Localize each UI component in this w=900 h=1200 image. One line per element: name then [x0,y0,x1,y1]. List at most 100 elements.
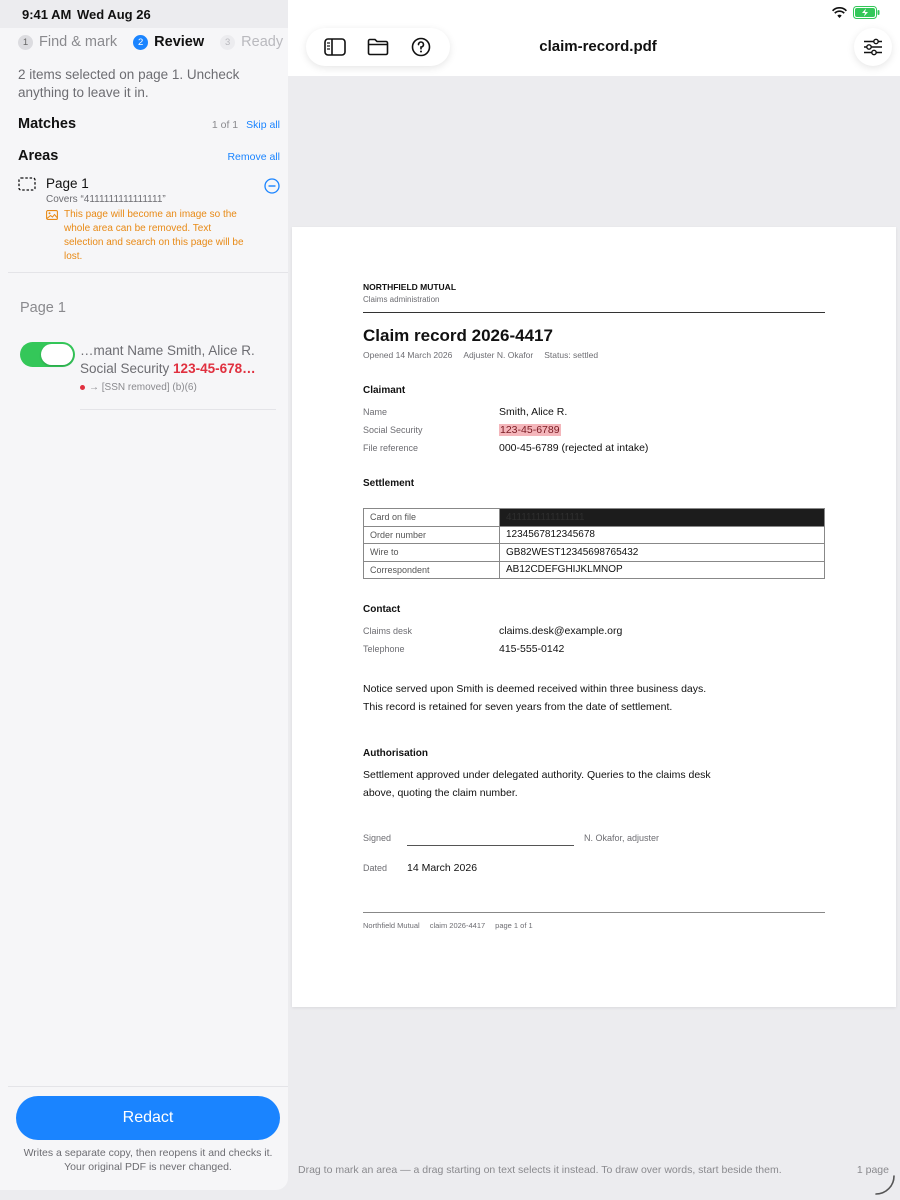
meta-status: Status: settled [544,350,599,360]
step-label: Review [154,34,205,50]
footer-claim: claim 2026-4417 [429,921,486,930]
field-label: Social Security [363,425,423,435]
remove-area-button[interactable] [264,178,280,199]
doc-org: NORTHFIELD MUTUAL [363,282,457,292]
match-dot [80,385,85,390]
divider [8,272,288,273]
sidebar-icon [324,38,347,56]
settings-sliders-icon [864,38,882,56]
status-bar: 9:41 AM Wed Aug 26 [0,0,900,28]
contact-row: Telephone 415-555-0142 [363,643,825,655]
doc-footer: Northfield Mutual claim 2026-4417 page 1… [363,921,825,930]
authorisation-paragraph: Settlement approved under delegated auth… [363,766,825,802]
review-intro: 2 items selected on page 1. Uncheck anyt… [18,67,240,100]
match-hit: 123-45-678… [173,361,256,376]
area-item[interactable]: Page 1 Covers “4111111111111111” This pa… [18,176,280,264]
table-cell-label: Correspondent [363,560,500,579]
doc-title: Claim record 2026-4417 [363,326,553,345]
document-tools [306,28,450,66]
page-group-title: Page 1 [20,300,66,316]
signature-line [407,845,574,846]
review-sidebar: 1 Find & mark 2 Review 3 Ready 2 items s… [0,28,288,1190]
header-rule [363,312,825,313]
matches-title: Matches [18,116,77,132]
folder-icon [367,38,389,56]
resize-corner-icon [875,1175,895,1195]
document-title: claim-record.pdf [539,38,657,55]
step-find-mark[interactable]: 1 Find & mark [18,34,117,50]
table-cell-label: Card on file [363,508,500,527]
notice-line: This record is retained for seven years … [363,701,673,713]
notice-line: Notice served upon Smith is deemed recei… [363,683,707,695]
area-warning-text: This page will become an image so the wh… [64,209,244,262]
table-row: Order number 1234567812345678 [363,525,825,544]
pdf-page[interactable]: NORTHFIELD MUTUAL Claims administration … [292,227,896,1007]
help-icon [411,37,430,57]
step-ready: 3 Ready [220,34,283,50]
match-replacement: → [SSN removed] (b)(6) [80,382,197,393]
redaction-area[interactable]: 4111111111111111 [499,508,825,527]
ssn-highlight[interactable]: 123-45-6789 [499,424,561,436]
open-file-button[interactable] [362,31,394,63]
table-cell-value: 1234567812345678 [499,525,825,544]
footer-page: page 1 of 1 [495,921,533,930]
step-label: Find & mark [39,34,118,50]
table-cell-value: GB82WEST12345698765432 [499,543,825,562]
status-date: Wed Aug 26 [77,7,151,22]
skip-all-link[interactable]: Skip all [246,119,280,131]
battery-charging-icon [853,6,880,19]
settlement-heading: Settlement [363,478,415,489]
redact-button[interactable]: Redact [16,1096,280,1140]
field-value: 000-45-6789 (rejected at intake) [499,442,649,454]
remove-all-link[interactable]: Remove all [227,151,280,163]
status-icons [832,6,880,19]
signed-name: N. Okafor, adjuster [584,833,660,843]
match-toggle[interactable] [20,342,75,367]
selection-area-icon [18,176,36,191]
table-cell-label: Order number [363,525,500,544]
redact-note: Writes a separate copy, then reopens it … [23,1147,273,1173]
matches-header: Matches 1 of 1 Skip all [18,116,280,132]
claimant-row: Name Smith, Alice R. [363,406,825,418]
area-title: Page 1 [46,176,89,191]
step-indicator: 1 Find & mark 2 Review 3 Ready [18,34,283,50]
field-label: Telephone [363,644,405,654]
field-value: Smith, Alice R. [499,406,568,418]
table-row: Wire to GB82WEST12345698765432 [363,543,825,562]
help-button[interactable] [405,31,437,63]
replacement-text: → [SSN removed] (b)(6) [89,382,197,393]
field-label: Claims desk [363,626,413,636]
match-context: …mant Name Smith, Alice R. Social Securi… [80,342,278,378]
step-number: 2 [133,34,149,50]
meta-adjuster: Adjuster N. Okafor [463,350,534,360]
areas-header: Areas Remove all [18,148,280,164]
image-icon [46,210,58,220]
field-value: claims.desk@example.org [499,625,623,637]
step-review[interactable]: 2 Review [133,34,204,50]
authorisation-heading: Authorisation [363,748,428,759]
dated-value: 14 March 2026 [407,862,478,874]
field-value: 415-555-0142 [499,643,565,655]
settings-button[interactable] [854,28,892,66]
meta-opened: Opened 14 March 2026 [363,350,453,360]
hint-text: Drag to mark an area — a drag starting o… [298,1164,782,1176]
table-cell-value: AB12CDEFGHIJKLMNOP [499,560,825,579]
doc-meta: Opened 14 March 2026 Adjuster N. Okafor … [363,350,825,360]
field-label: Name [363,407,388,417]
area-covers: Covers “4111111111111111” [46,194,166,205]
authorisation-line: above, quoting the claim number. [363,787,518,799]
footer-rule [363,912,825,913]
divider [80,409,276,410]
divider [8,1086,288,1087]
field-label: File reference [363,443,419,453]
minus-circle-icon [264,178,280,194]
authorisation-line: Settlement approved under delegated auth… [363,769,711,781]
step-number: 3 [220,34,236,50]
sidebar-toggle-button[interactable] [319,31,351,63]
settlement-table: Card on file 4111111111111111 Order numb… [363,508,825,579]
footer-org: Northfield Mutual [363,921,420,930]
contact-row: Claims desk claims.desk@example.org [363,625,825,637]
table-row: Card on file 4111111111111111 [363,508,825,527]
status-time: 9:41 AM [22,7,72,22]
claimant-row: Social Security 123-45-6789 [363,424,825,436]
